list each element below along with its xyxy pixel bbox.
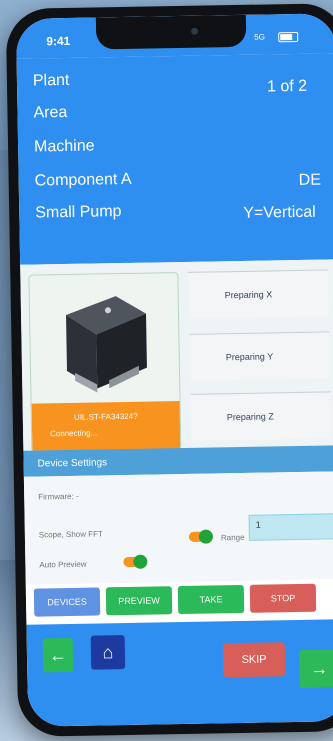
auto-preview-label: Auto Preview [39,559,87,570]
header-counter: 1 of 2 [266,77,308,96]
header-component: Component A [34,170,132,190]
sensor-status-bar: UIL.ST-FA34324? Connecting... [31,401,181,452]
firmware-label: Firmware: - [38,491,79,502]
take-button[interactable]: TAKE [177,584,245,615]
header-plant: Plant [32,71,70,90]
next-button[interactable]: → [298,649,333,688]
device-settings-title: Device Settings [37,457,108,470]
range-input[interactable]: 1 [248,513,333,541]
preparing-z-row: Preparing Z [190,391,332,441]
bottom-navigation: ← ⌂ SKIP → [26,619,333,727]
status-time: 9:41 [46,33,71,49]
home-button[interactable]: ⌂ [90,635,126,670]
auto-preview-toggle[interactable] [123,554,148,569]
home-icon: ⌂ [102,642,114,663]
network-indicator: 5G [254,32,265,42]
arrow-right-icon: → [310,658,329,679]
arrow-left-icon: ← [48,645,68,666]
preparing-x-label: Preparing X [224,289,273,301]
back-button[interactable]: ← [42,637,74,673]
stop-button[interactable]: STOP [249,583,317,613]
device-settings-panel: Firmware: - Scope, Show FFT Range 1 Auto… [23,471,333,585]
app-screen: 9:41 5G Plant 1 of 2 Area Machine Compon… [15,13,333,727]
scope-fft-label: Scope, Show FFT [38,529,103,540]
phone-frame: 9:41 5G Plant 1 of 2 Area Machine Compon… [5,3,333,737]
preparing-y-label: Preparing Y [225,351,274,363]
action-button-row: DEVICES PREVIEW TAKE STOP [25,579,333,625]
preparing-y-row: Preparing Y [189,331,331,381]
sensor-device-image [66,296,147,393]
battery-icon [278,31,299,43]
measurement-panel: UIL.ST-FA34324? Connecting... Preparing … [20,259,333,453]
scope-fft-toggle[interactable] [188,529,214,544]
preparing-z-label: Preparing Z [226,411,274,423]
sensor-id: UIL.ST-FA34324? [73,411,138,422]
preview-button[interactable]: PREVIEW [105,586,173,616]
header-pump: Small Pump [35,203,122,222]
toggle-knob [133,554,148,569]
header-machine: Machine [33,137,95,156]
header-side: DE [298,171,322,189]
toggle-knob [198,529,214,544]
devices-button[interactable]: DEVICES [33,587,101,617]
preparing-x-row: Preparing X [188,269,330,319]
range-label: Range [220,532,245,543]
header-area: Area [33,103,68,122]
hierarchy-header: Plant 1 of 2 Area Machine Component A DE… [16,53,333,265]
skip-button[interactable]: SKIP [222,642,286,678]
sensor-card[interactable]: UIL.ST-FA34324? Connecting... [28,272,182,453]
header-axis: Y=Vertical [243,203,316,222]
camera-notch [95,14,247,50]
camera-icon [191,27,199,35]
sensor-status: Connecting... [50,428,98,439]
